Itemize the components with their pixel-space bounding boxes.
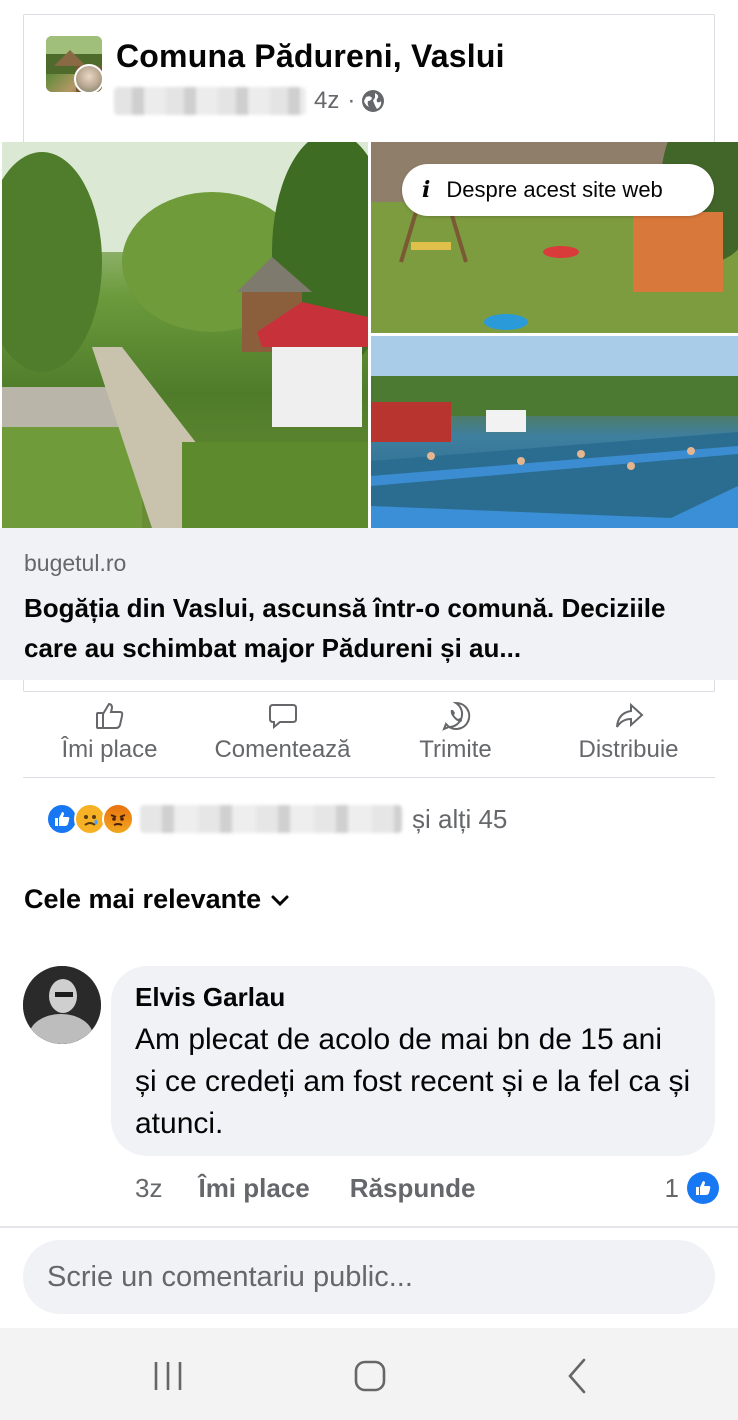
blurred-author-name	[114, 87, 306, 115]
chevron-down-icon	[271, 895, 289, 906]
globe-icon	[362, 90, 385, 112]
share-icon	[615, 702, 643, 728]
comment-time[interactable]: 3z	[135, 1173, 162, 1204]
reaction-others-count: și alți 45	[412, 803, 508, 834]
whatsapp-icon	[441, 701, 470, 731]
composer-divider	[0, 1226, 738, 1228]
meta-separator: ·	[347, 87, 356, 114]
commenter-photo	[23, 966, 101, 1044]
comment-meta: 3z Îmi place Răspunde 1	[135, 1170, 719, 1206]
comment-like-number: 1	[664, 1172, 679, 1203]
comment-like-count[interactable]: 1	[664, 1172, 719, 1204]
post-time[interactable]: 4z	[314, 87, 339, 115]
comment-text: Am plecat de acolo de mai bn de 15 ani ș…	[135, 1023, 691, 1140]
comment-button[interactable]: Comentează	[196, 700, 369, 777]
link-domain: bugetul.ro	[24, 550, 127, 576]
collage-image-park[interactable]	[2, 142, 368, 528]
commenter-avatar[interactable]	[23, 966, 101, 1044]
link-title: Bogăția din Vaslui, ascunsă într-o comun…	[24, 593, 666, 663]
link-preview[interactable]: bugetul.ro Bogăția din Vaslui, ascunsă î…	[0, 528, 738, 680]
park-photo	[2, 142, 368, 528]
collage-image-pool[interactable]	[371, 336, 738, 528]
thumbs-up-icon	[95, 702, 123, 729]
comment-bubble: Elvis Garlau Am plecat de acolo de mai b…	[111, 966, 715, 1156]
post-header: Comuna Pădureni, Vaslui 4z ·	[46, 36, 686, 126]
post-actions: Îmi place Comentează Trimite Distribuie	[23, 700, 715, 778]
angry-reaction-icon	[102, 803, 134, 835]
pool-photo	[371, 336, 738, 528]
profile-mini-avatar	[74, 64, 102, 92]
comment-like-icon	[687, 1172, 719, 1204]
comment-composer[interactable]	[23, 1240, 715, 1314]
sort-label: Cele mai relevante	[24, 884, 262, 914]
share-button[interactable]: Distribuie	[542, 700, 715, 777]
comment-label: Comentează	[214, 736, 351, 763]
back-icon[interactable]	[558, 1356, 598, 1396]
blurred-reactor-names	[140, 805, 402, 833]
system-navigation-bar	[0, 1328, 738, 1420]
info-icon: i	[422, 177, 431, 203]
like-button[interactable]: Îmi place	[23, 700, 196, 777]
comment-author[interactable]: Elvis Garlau	[135, 982, 691, 1013]
send-label: Trimite	[419, 736, 492, 763]
comment-sort-dropdown[interactable]: Cele mai relevante	[24, 884, 291, 915]
comment-icon	[268, 704, 297, 730]
share-label: Distribuie	[578, 736, 679, 763]
page-avatar[interactable]	[46, 36, 102, 92]
about-website-label: Despre acest site web	[446, 177, 663, 202]
send-button[interactable]: Trimite	[369, 700, 542, 777]
home-icon[interactable]	[350, 1356, 390, 1396]
about-website-button[interactable]: i Despre acest site web	[402, 164, 714, 216]
comment-input[interactable]	[23, 1240, 715, 1314]
reactions-summary[interactable]: și alți 45	[46, 800, 507, 838]
comment-like-button[interactable]: Îmi place	[198, 1173, 309, 1204]
recent-apps-icon[interactable]	[148, 1356, 188, 1396]
comment-reply-button[interactable]: Răspunde	[350, 1173, 476, 1204]
page-name[interactable]: Comuna Pădureni, Vaslui	[116, 38, 505, 75]
like-label: Îmi place	[61, 736, 158, 763]
post-meta: 4z ·	[114, 86, 385, 116]
